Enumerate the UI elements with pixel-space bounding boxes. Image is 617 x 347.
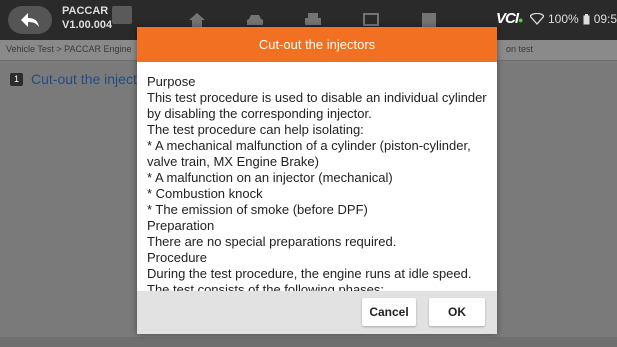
ok-button[interactable]: OK [429,298,485,326]
battery-icon [583,13,590,24]
back-arrow-icon [21,13,39,27]
bottom-strip [0,337,617,347]
battery-percent: 100% [548,12,579,26]
dialog-line: This test procedure is used to disable a… [147,90,487,121]
dialog-title: Cut-out the injectors [137,27,497,62]
print-icon[interactable] [304,12,322,28]
dialog-line: The test procedure can help isolating: [147,122,364,137]
list-item-number: 1 [10,72,23,86]
dialog-line: * A malfunction on an injector (mechanic… [147,170,393,185]
home-icon[interactable] [188,12,206,28]
save-icon[interactable] [420,12,438,28]
info-dialog: Cut-out the injectors Purpose This test … [137,27,497,334]
cancel-button[interactable]: Cancel [362,298,416,326]
dialog-line: * Combustion knock [147,186,263,201]
breadcrumb-tail: on test [506,44,534,54]
vci-label: VCI [496,10,519,27]
back-button[interactable] [8,6,52,34]
dialog-line: There are no special preparations requir… [147,234,397,249]
dialog-line: Procedure [147,250,207,265]
dialog-line: Purpose [147,74,196,89]
app-name: PACCAR [62,5,109,17]
car-icon[interactable] [246,12,264,28]
vci-connected-icon: ● [518,15,524,25]
vehicle-battery-icon [112,6,132,24]
dialog-footer: Cancel OK [137,291,497,334]
breadcrumb-path: Vehicle Test > PACCAR Engine [6,44,132,54]
dialog-body[interactable]: Purpose This test procedure is used to d… [137,62,497,291]
list-item[interactable]: 1 Cut-out the injectors [10,71,156,87]
vci-status: VCI● [496,10,524,27]
dialog-line: * A mechanical malfunction of a cylinder… [147,138,471,169]
clock: 09:54 [593,12,617,26]
dialog-line: Preparation [147,218,215,233]
dialog-line: During the test procedure, the engine ru… [147,266,472,281]
dialog-line: * The emission of smoke (before DPF) [147,202,368,217]
app-version: V1.00.004 [62,19,113,31]
screenshot-icon[interactable] [362,12,380,28]
dialog-line: The test consists of the following phase… [147,282,385,291]
wifi-icon [530,13,544,25]
system-status: 100% 09:54 [530,12,617,26]
